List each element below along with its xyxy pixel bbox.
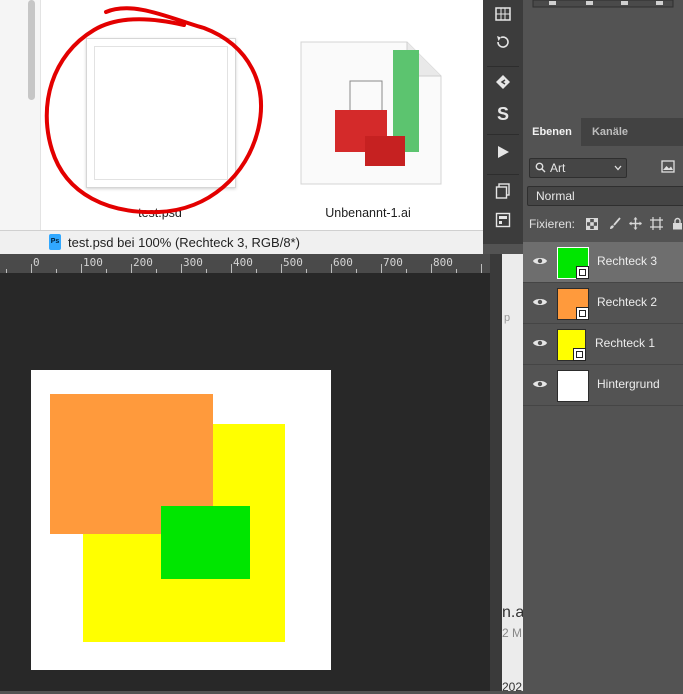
search-icon: [535, 162, 546, 173]
document-tab-title[interactable]: test.psd bei 100% (Rechteck 3, RGB/8*): [68, 235, 300, 250]
lock-position-icon[interactable]: [629, 217, 642, 230]
layer-name[interactable]: Rechteck 3: [597, 254, 657, 268]
blend-mode-value: Normal: [536, 189, 575, 203]
ruler-label: 800: [433, 256, 453, 269]
finder-scrollbar[interactable]: [28, 0, 35, 100]
layer-name[interactable]: Rechteck 2: [597, 295, 657, 309]
ruler-label: 400: [233, 256, 253, 269]
ruler-label: 300: [183, 256, 203, 269]
layer-name[interactable]: Rechteck 1: [595, 336, 655, 350]
play-actions-icon[interactable]: [491, 143, 515, 167]
eye-visibility-icon[interactable]: [532, 378, 548, 390]
tab-layers[interactable]: Ebenen: [523, 118, 581, 146]
ruler-label: 100: [83, 256, 103, 269]
ruler-label: 600: [333, 256, 353, 269]
eye-visibility-icon[interactable]: [532, 255, 548, 267]
layer-filter-select[interactable]: Art: [529, 158, 627, 178]
layer-thumbnail: [557, 370, 589, 402]
lock-transparent-pixels-icon[interactable]: [586, 218, 598, 230]
lock-row: Fixieren:: [529, 216, 683, 234]
background-window-edge: p n.a 2 M 202: [490, 254, 525, 694]
ruler-label: 0: [33, 256, 40, 269]
toolbar-divider: [487, 174, 519, 175]
layer-row-rechteck-1[interactable]: Rechteck 1: [523, 324, 683, 365]
layer-thumbnail: [557, 329, 586, 361]
background-window-text: n.a: [502, 604, 525, 621]
ruler-label: 700: [383, 256, 403, 269]
chevron-down-icon: [614, 165, 622, 171]
ruler-label: 200: [133, 256, 153, 269]
layer-row-hintergrund[interactable]: Hintergrund: [523, 365, 683, 406]
lock-artboard-icon[interactable]: [650, 217, 663, 230]
layer-row-rechteck-3[interactable]: Rechteck 3: [523, 242, 683, 283]
shape-layer-badge-icon: [576, 266, 589, 279]
layers-panel-tabs: Ebenen Kanäle: [523, 118, 683, 146]
horizontal-ruler[interactable]: 0 100 200 300 400 500 600 700 800: [0, 254, 490, 274]
layers-panel: Ebenen Kanäle Art Normal Fixieren: Recht…: [523, 118, 683, 691]
toolbar-divider: [487, 66, 519, 67]
toolbar-divider: [487, 134, 519, 135]
layer-thumbnail: [557, 288, 589, 320]
image-filter-icon[interactable]: [661, 160, 675, 173]
navigator-diamond-icon[interactable]: [491, 74, 515, 98]
blend-mode-select[interactable]: Normal: [527, 186, 683, 206]
copy-pages-icon[interactable]: [491, 183, 515, 207]
styles-s-icon[interactable]: S: [491, 102, 515, 126]
shape-layer-badge-icon: [576, 307, 589, 320]
history-icon[interactable]: [491, 34, 515, 58]
panel-icon-column: S: [483, 0, 524, 244]
psd-document-icon: Ps: [49, 234, 61, 250]
mini-panel-controls[interactable]: [531, 0, 681, 10]
background-window-text: p: [504, 312, 511, 324]
grid-icon[interactable]: [491, 6, 515, 30]
layer-row-rechteck-2[interactable]: Rechteck 2: [523, 283, 683, 324]
background-window-divider: [490, 254, 502, 691]
ruler-label: 500: [283, 256, 303, 269]
eye-visibility-icon[interactable]: [532, 337, 548, 349]
lock-image-pixels-icon[interactable]: [608, 217, 621, 230]
file-browser: test.psd Unbenannt-1.ai: [0, 0, 483, 230]
layer-thumbnail: [557, 247, 589, 279]
green-rectangle-layer[interactable]: [161, 506, 250, 579]
document-tab-bar[interactable]: Ps test.psd bei 100% (Rechteck 3, RGB/8*…: [0, 230, 483, 255]
ai-file-thumbnail[interactable]: [295, 38, 443, 186]
properties-icon[interactable]: [491, 212, 515, 236]
background-window-text: 202: [502, 680, 523, 694]
eye-visibility-icon[interactable]: [532, 296, 548, 308]
top-mini-panel: [523, 0, 683, 119]
layer-filter-value: Art: [550, 161, 566, 175]
red-annotation-circle: [44, 6, 263, 215]
tab-channels[interactable]: Kanäle: [581, 118, 639, 146]
background-window-text: 2 M: [502, 626, 523, 640]
shape-layer-badge-icon: [573, 348, 586, 361]
document-canvas[interactable]: [31, 370, 331, 670]
ai-file-label[interactable]: Unbenannt-1.ai: [298, 206, 438, 220]
lock-all-icon[interactable]: [672, 217, 683, 230]
lock-label: Fixieren:: [529, 217, 576, 231]
layer-name[interactable]: Hintergrund: [597, 377, 660, 391]
